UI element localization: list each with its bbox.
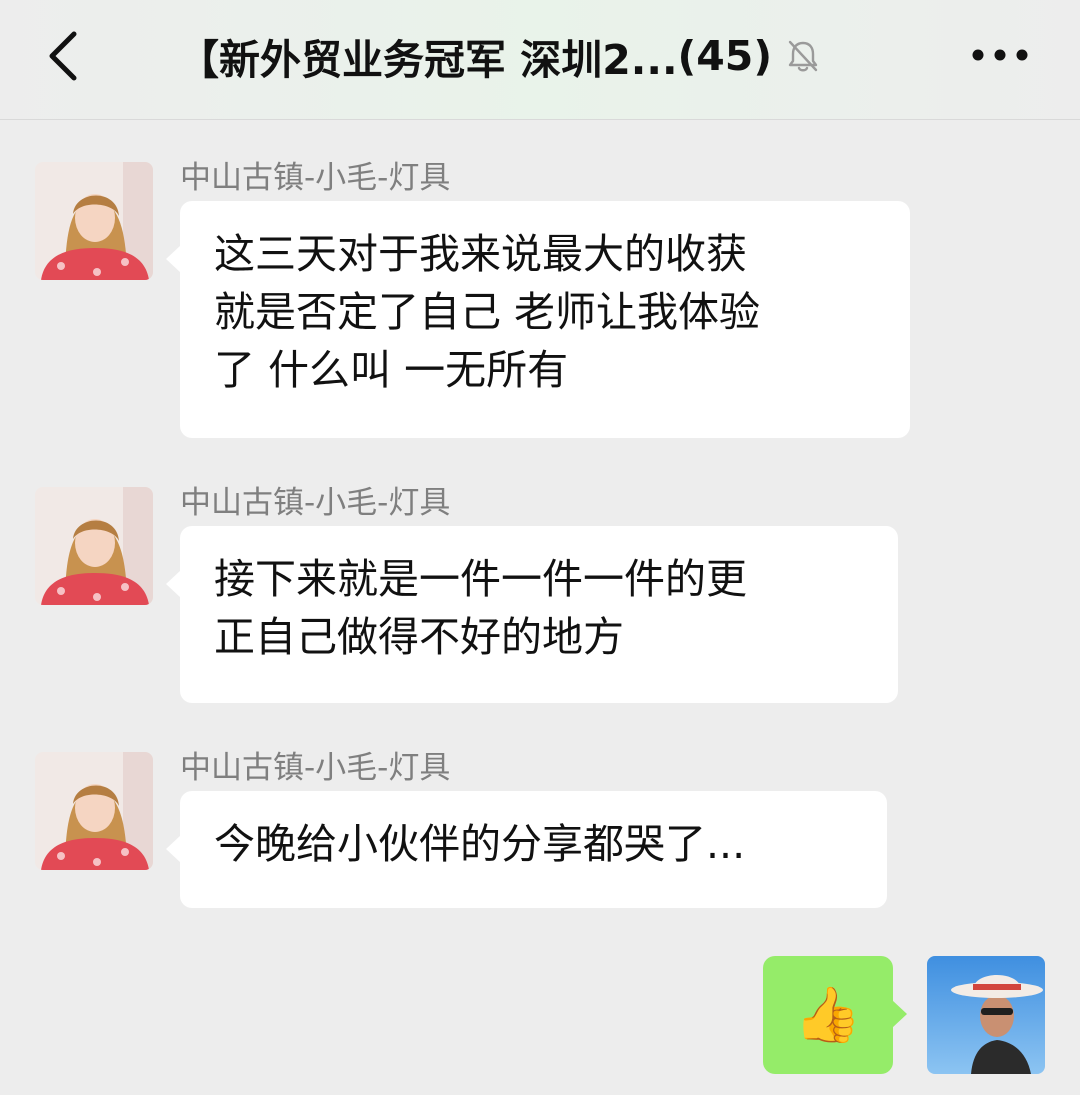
bell-muted-icon (788, 40, 818, 72)
avatar-photo (35, 752, 153, 870)
message-line: 今晚给小伙伴的分享都哭了... (214, 820, 746, 868)
back-button[interactable] (40, 28, 90, 84)
avatar-photo (927, 956, 1045, 1074)
chat-header: 【新外贸业务冠军 深圳2... (45) (0, 0, 1080, 120)
member-count: (45) (677, 32, 773, 80)
message-line: 这三天对于我来说最大的收获 (214, 230, 747, 278)
message-bubble[interactable]: 今晚给小伙伴的分享都哭了... (166, 791, 887, 908)
sender-avatar[interactable] (35, 487, 153, 605)
chat-title: 【新外贸业务冠军 深圳2... (45) (178, 26, 822, 86)
chat-title-text: 【新外贸业务冠军 深圳2... (178, 36, 678, 84)
message-bubble[interactable]: 这三天对于我来说最大的收获 就是否定了自己 老师让我体验 了 什么叫 一无所有 (166, 201, 910, 438)
message-line: 正自己做得不好的地方 (214, 613, 624, 661)
chevron-left-icon (49, 31, 77, 81)
message-line: 了 什么叫 一无所有 (214, 346, 569, 394)
my-avatar[interactable] (927, 956, 1045, 1074)
message-line: 接下来就是一件一件一件的更 (214, 555, 747, 603)
message-bubble[interactable]: 接下来就是一件一件一件的更 正自己做得不好的地方 (166, 526, 898, 703)
thumbs-up-icon: 👍 (794, 983, 862, 1046)
message-line: 就是否定了自己 老师让我体验 (214, 288, 761, 336)
avatar-photo (35, 487, 153, 605)
sender-name: 中山古镇-小毛-灯具 (180, 750, 451, 786)
sent-message-bubble[interactable]: 👍 (763, 956, 907, 1074)
more-dots-icon (972, 49, 1028, 61)
avatar-photo (35, 162, 153, 280)
sender-name: 中山古镇-小毛-灯具 (180, 485, 451, 521)
sender-name: 中山古镇-小毛-灯具 (180, 160, 451, 196)
sender-avatar[interactable] (35, 162, 153, 280)
more-button[interactable] (970, 40, 1030, 70)
sender-avatar[interactable] (35, 752, 153, 870)
